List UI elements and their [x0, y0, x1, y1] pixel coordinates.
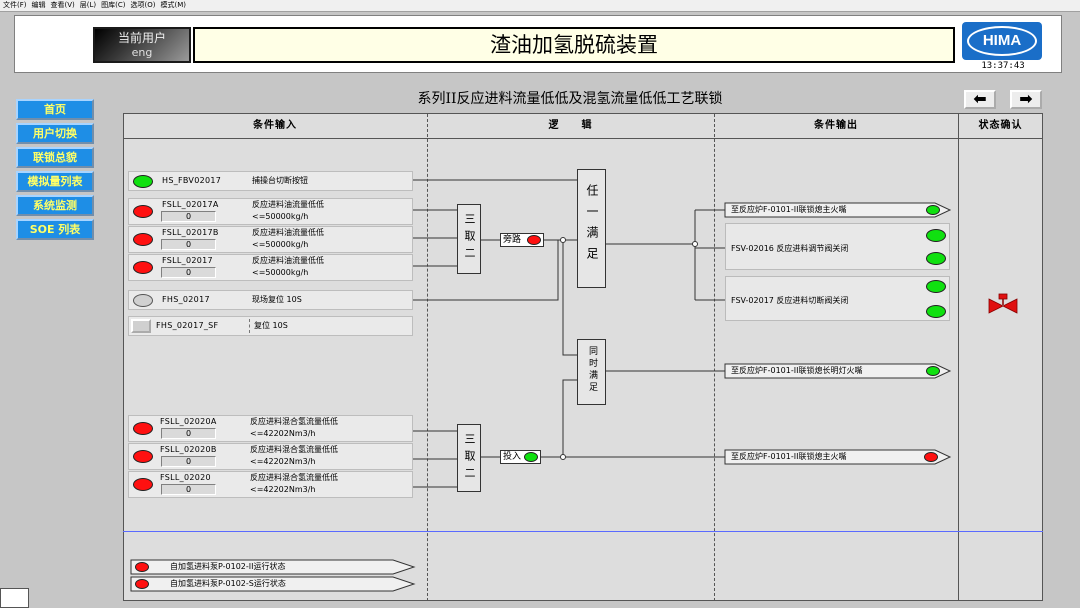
output-indicator	[924, 452, 938, 462]
output-indicator	[926, 305, 946, 318]
separator	[249, 319, 250, 333]
description: 反应进料油流量低低	[252, 228, 324, 237]
output-panel-fsv-02016: FSV-02016 反应进料调节阀关闭	[725, 223, 950, 270]
input-row-fsll-02020: FSLL_02020 0 反应进料混合氢流量低低 <=42202Nm3/h	[128, 471, 413, 498]
tag-label: FSLL_02020A	[160, 417, 217, 426]
tag-label: FSLL_02020B	[160, 445, 217, 454]
enable-indicator	[524, 452, 538, 462]
reset-button[interactable]	[131, 319, 151, 333]
input-row-fsll-02017b: FSLL_02017B 0 反应进料油流量低低 <=50000kg/h	[128, 226, 413, 253]
output-indicator	[926, 252, 946, 265]
status-indicator	[133, 478, 153, 491]
description: 反应进料混合氢流量低低	[250, 445, 338, 454]
input-row-fhs: FHS_02017 现场复位 10S	[128, 290, 413, 310]
input-row-fsll-02020b: FSLL_02020B 0 反应进料混合氢流量低低 <=42202Nm3/h	[128, 443, 413, 470]
status-indicator	[133, 450, 153, 463]
both-satisfied-label: 同时满足	[587, 346, 597, 394]
status-indicator	[133, 175, 153, 188]
status-indicator	[133, 261, 153, 274]
setpoint: <=50000kg/h	[252, 268, 309, 277]
vote-2oo3-h2: 三取二	[457, 424, 481, 492]
both-satisfied-block: 同时满足	[577, 339, 606, 405]
output-indicator	[926, 205, 940, 215]
output-text: 至反应炉F-0101-II联锁熄主火嘴	[731, 452, 847, 461]
status-indicator	[133, 233, 153, 246]
value-field: 0	[161, 239, 216, 250]
value-field: 0	[161, 267, 216, 278]
status-indicator	[133, 294, 153, 307]
bottom-status-text: 自加氢进料泵P-0102-S运行状态	[170, 579, 286, 588]
description: 反应进料混合氢流量低低	[250, 473, 338, 482]
input-row-fhs-sf: FHS_02017_SF 复位 10S	[128, 316, 413, 336]
description: 反应进料油流量低低	[252, 200, 324, 209]
status-indicator	[135, 579, 149, 589]
description: 现场复位 10S	[252, 295, 302, 304]
bypass-indicator	[527, 235, 541, 245]
input-row-hs: HS_FBV02017 捕操台切断按钮	[128, 171, 413, 191]
description: 反应进料混合氢流量低低	[250, 417, 338, 426]
output-text: FSV-02016 反应进料调节阀关闭	[731, 244, 849, 253]
vote-2oo3-feed: 三取二	[457, 204, 481, 274]
description: 捕操台切断按钮	[252, 176, 308, 185]
vote-label: 三取二	[463, 213, 476, 264]
value-field: 0	[161, 428, 216, 439]
valve-closed-icon[interactable]	[988, 293, 1018, 315]
bypass-switch[interactable]: 旁路	[500, 233, 544, 247]
tag-label: FHS_02017_SF	[156, 321, 219, 330]
tag-label: FSLL_02017B	[162, 228, 219, 237]
value-field: 0	[161, 211, 216, 222]
output-text: 至反应炉F-0101-II联锁熄主火嘴	[731, 205, 847, 214]
tag-label: FSLL_02017A	[162, 200, 219, 209]
tag-label: FHS_02017	[162, 295, 210, 304]
input-row-fsll-02017a: FSLL_02017A 0 反应进料油流量低低 <=50000kg/h	[128, 198, 413, 225]
bypass-label: 旁路	[503, 235, 522, 245]
vote-label: 三取二	[463, 433, 476, 484]
status-indicator	[135, 562, 149, 572]
tag-label: FSLL_02017	[162, 256, 213, 265]
any-satisfied-block: 任一满足	[577, 169, 606, 288]
status-indicator	[133, 205, 153, 218]
output-indicator	[926, 366, 940, 376]
setpoint: <=42202Nm3/h	[250, 429, 316, 438]
description: 反应进料油流量低低	[252, 256, 324, 265]
description: 复位 10S	[254, 321, 288, 330]
output-text: 至反应炉F-0101-II联锁熄长明灯火嘴	[731, 366, 863, 375]
bottom-status-text: 自加氢进料泵P-0102-II运行状态	[170, 562, 286, 571]
output-text: FSV-02017 反应进料切断阀关闭	[731, 296, 849, 305]
tag-label: HS_FBV02017	[162, 176, 222, 185]
output-panel-fsv-02017: FSV-02017 反应进料切断阀关闭	[725, 276, 950, 321]
value-field: 0	[161, 484, 216, 495]
setpoint: <=42202Nm3/h	[250, 485, 316, 494]
tag-label: FSLL_02020	[160, 473, 211, 482]
status-indicator	[133, 422, 153, 435]
setpoint: <=42202Nm3/h	[250, 457, 316, 466]
input-row-fsll-02017: FSLL_02017 0 反应进料油流量低低 <=50000kg/h	[128, 254, 413, 281]
setpoint: <=50000kg/h	[252, 212, 309, 221]
status-box	[0, 588, 29, 608]
output-indicator	[926, 280, 946, 293]
enable-switch[interactable]: 投入	[500, 450, 541, 464]
enable-label: 投入	[503, 452, 522, 462]
any-satisfied-label: 任一满足	[585, 184, 599, 268]
value-field: 0	[161, 456, 216, 467]
output-indicator	[926, 229, 946, 242]
setpoint: <=50000kg/h	[252, 240, 309, 249]
input-row-fsll-02020a: FSLL_02020A 0 反应进料混合氢流量低低 <=42202Nm3/h	[128, 415, 413, 442]
